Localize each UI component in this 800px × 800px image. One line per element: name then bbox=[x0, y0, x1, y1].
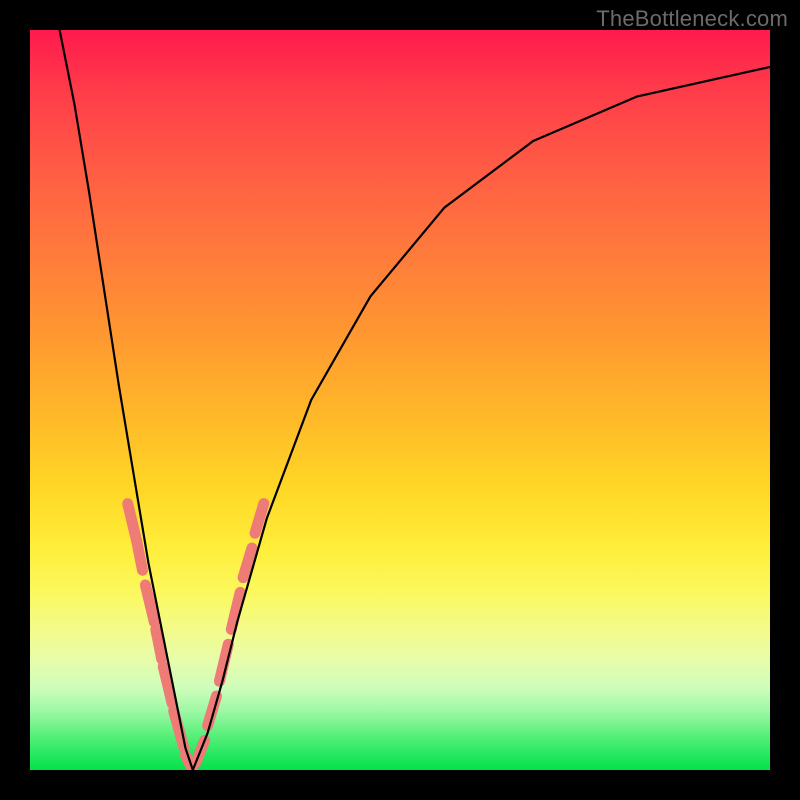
salmon-highlights bbox=[128, 504, 264, 770]
watermark-text: TheBottleneck.com bbox=[596, 6, 788, 32]
left-salmon-seg-3 bbox=[156, 629, 162, 659]
left-salmon-seg-0 bbox=[128, 504, 137, 541]
left-curve bbox=[60, 30, 193, 770]
left-salmon-seg-1 bbox=[137, 541, 143, 571]
curves-svg bbox=[30, 30, 770, 770]
right-salmon-seg-5 bbox=[255, 504, 264, 534]
chart-frame: TheBottleneck.com bbox=[0, 0, 800, 800]
plot-area bbox=[30, 30, 770, 770]
right-curve bbox=[193, 67, 770, 770]
